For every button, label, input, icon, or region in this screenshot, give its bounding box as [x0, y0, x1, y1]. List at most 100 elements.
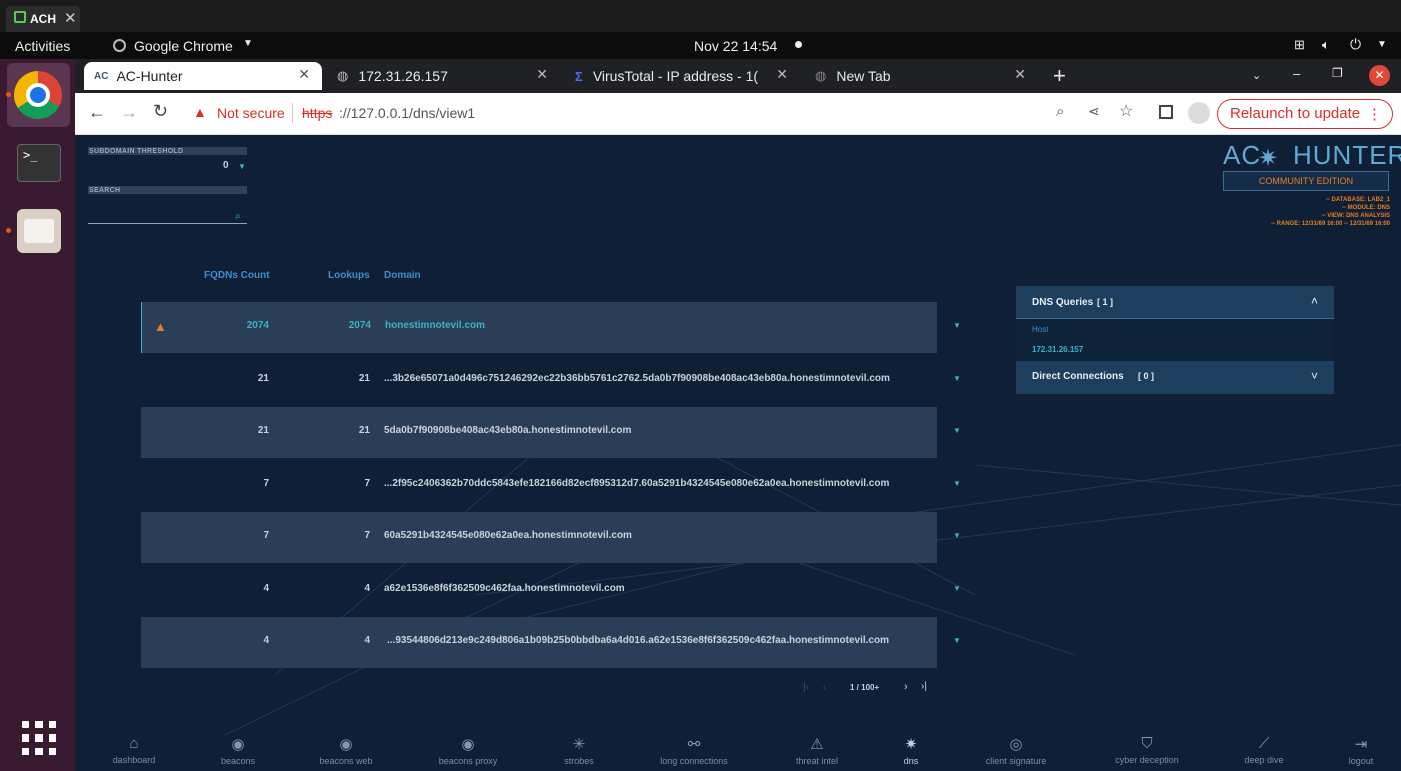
close-icon[interactable]: ✕	[64, 9, 77, 27]
tab-search-chevron-icon[interactable]: ⌄	[1252, 69, 1261, 82]
warning-icon[interactable]: ▲	[193, 104, 207, 120]
tab-close-icon[interactable]: ✕	[298, 66, 310, 83]
tab-close-icon[interactable]: ✕	[1014, 66, 1026, 83]
tab-virustotal[interactable]: Σ VirusTotal - IP address - 1( ✕	[565, 62, 800, 90]
nav-long-connections[interactable]: ⚯ long connections	[644, 735, 744, 766]
window-close-icon[interactable]: ✕	[1369, 65, 1390, 86]
next-page-icon[interactable]: ›	[904, 681, 908, 693]
files-icon[interactable]	[17, 209, 61, 253]
expand-row-icon[interactable]: ▼	[953, 374, 961, 383]
tab-ac-hunter[interactable]: AC AC-Hunter ✕	[84, 62, 322, 90]
fingerprint-icon: ◎	[1009, 736, 1023, 753]
chevron-down-icon[interactable]: ˅	[1311, 369, 1318, 383]
tab-close-icon[interactable]: ✕	[536, 66, 548, 83]
side-panel-icon[interactable]	[1159, 105, 1173, 119]
page-indicator: 1 / 100+	[850, 683, 880, 692]
profile-avatar[interactable]	[1188, 102, 1210, 124]
expand-row-icon[interactable]: ▼	[953, 531, 961, 540]
expand-row-icon[interactable]: ▼	[953, 636, 961, 645]
domain-cell[interactable]: ...3b26e65071a0d496c751246292ec22b36bb57…	[384, 373, 890, 384]
nav-logout[interactable]: ⇥ logout	[1311, 735, 1401, 766]
nav-dns[interactable]: ✷ dns	[861, 735, 961, 766]
tab-new[interactable]: ◍ New Tab ✕	[805, 62, 1038, 90]
logo-right: HUNTER	[1293, 140, 1401, 170]
bookmark-star-icon[interactable]: ☆	[1119, 101, 1133, 121]
dock-item-chrome[interactable]	[7, 63, 70, 127]
direct-connections-accordion[interactable]: Direct Connections [ 0 ] ˅	[1016, 361, 1334, 394]
app-grid-icon[interactable]	[22, 721, 56, 755]
domain-cell[interactable]: 60a5291b4324545e080e62a0ea.honestimnotev…	[384, 530, 632, 541]
system-menu-chevron-icon[interactable]: ▼	[1377, 39, 1387, 50]
url-input[interactable]: ://127.0.0.1/dns/view1	[339, 105, 475, 121]
header-fqdns-count[interactable]: FQDNs Count	[204, 270, 270, 281]
nav-beacons-web[interactable]: ◉ beacons web	[296, 735, 396, 766]
nav-threat-intel[interactable]: ⚠ threat intel	[767, 735, 867, 766]
clock[interactable]: Nov 22 14:54	[694, 38, 777, 54]
table-row[interactable]: ▲ 2074 2074 honestimnotevil.com	[141, 302, 937, 353]
domain-cell[interactable]: ...93544806d213e9c249d806a1b09b25b0bbdba…	[387, 635, 889, 646]
search-input[interactable]	[88, 208, 247, 224]
reload-icon[interactable]: ↻	[153, 101, 168, 122]
nav-beacons[interactable]: ◉ beacons	[188, 735, 288, 766]
activities-button[interactable]: Activities	[15, 38, 70, 54]
nav-deep-dive[interactable]: ⟋ deep dive	[1214, 735, 1314, 765]
relaunch-button[interactable]: Relaunch to update ⋮	[1217, 99, 1393, 129]
dns-queries-accordion[interactable]: DNS Queries [ 1 ] ˄	[1016, 286, 1334, 319]
expand-row-icon[interactable]: ▼	[953, 426, 961, 435]
host-value[interactable]: 172.31.26.157	[1032, 345, 1083, 354]
domain-cell[interactable]: 5da0b7f90908be408ac43eb80a.honestimnotev…	[384, 425, 631, 436]
back-icon[interactable]: ←	[88, 102, 106, 123]
volume-icon[interactable]: 🔈︎	[1322, 37, 1330, 53]
network-icon[interactable]: ⊞	[1294, 37, 1305, 53]
power-icon[interactable]: ⏻	[1350, 36, 1361, 53]
share-icon[interactable]: ⋖	[1088, 103, 1100, 120]
domain-cell[interactable]: a62e1536e8f6f362509c462faa.honestimnotev…	[384, 583, 625, 594]
header-domain[interactable]: Domain	[384, 270, 421, 281]
table-row[interactable]: 4 4 a62e1536e8f6f362509c462faa.honestimn…	[141, 565, 937, 616]
table-row[interactable]: 21 21 ...3b26e65071a0d496c751246292ec22b…	[141, 355, 937, 406]
last-page-icon[interactable]: ›|	[921, 681, 927, 692]
app-menu[interactable]: Google Chrome	[134, 38, 233, 54]
prev-page-icon[interactable]: ‹	[823, 682, 826, 693]
tab-ip[interactable]: ◍ 172.31.26.157 ✕	[327, 62, 560, 90]
domain-cell[interactable]: honestimnotevil.com	[385, 320, 485, 331]
nav-strobes[interactable]: ✳ strobes	[529, 735, 629, 766]
nav-beacons-proxy[interactable]: ◉ beacons proxy	[418, 735, 518, 766]
menu-kebab-icon: ⋮	[1367, 106, 1382, 123]
not-secure-label[interactable]: Not secure	[217, 105, 285, 121]
logo-hub-icon: ✷	[1258, 145, 1279, 172]
terminal-icon[interactable]: >_	[17, 144, 61, 182]
expand-row-icon[interactable]: ▼	[953, 321, 961, 330]
edition-badge: COMMUNITY EDITION	[1223, 171, 1389, 191]
ac-hunter-logo: AC ✷ HUNTER	[1223, 140, 1401, 172]
chevron-up-icon[interactable]: ˄	[1311, 294, 1318, 308]
direct-connections-title: Direct Connections	[1032, 371, 1124, 382]
new-tab-button[interactable]: +	[1053, 63, 1066, 89]
nav-client-signature[interactable]: ◎ client signature	[966, 735, 1066, 766]
virustotal-icon: Σ	[575, 68, 583, 84]
nav-cyber-deception[interactable]: ⛉ cyber deception	[1097, 735, 1197, 765]
zoom-icon[interactable]: ⌕	[1056, 103, 1064, 120]
forward-icon[interactable]: →	[120, 102, 138, 123]
tab-close-icon[interactable]: ✕	[776, 66, 788, 83]
nav-dashboard[interactable]: ⌂ dashboard	[84, 735, 184, 765]
expand-row-icon[interactable]: ▼	[953, 479, 961, 488]
header-lookups[interactable]: Lookups	[328, 270, 370, 281]
first-page-icon[interactable]: |‹	[803, 682, 809, 693]
table-row[interactable]: 7 7 ...2f95c2406362b70ddc5843efe182166d8…	[141, 460, 937, 511]
threshold-dropdown-icon[interactable]: ▼	[238, 162, 246, 171]
restore-icon[interactable]: ❐	[1332, 66, 1343, 80]
dns-queries-body: Host 172.31.26.157	[1016, 319, 1334, 361]
table-row[interactable]: 4 4 ...93544806d213e9c249d806a1b09b25b0b…	[141, 617, 937, 668]
expand-row-icon[interactable]: ▼	[953, 584, 961, 593]
subdomain-threshold-label: SUBDOMAIN THRESHOLD	[89, 148, 184, 155]
table-row[interactable]: 7 7 60a5291b4324545e080e62a0ea.honestimn…	[141, 512, 937, 563]
app-icon	[14, 11, 26, 23]
minimize-icon[interactable]: –	[1293, 66, 1300, 81]
url-scheme[interactable]: https	[302, 105, 332, 121]
window-tab[interactable]: ACH ✕	[6, 6, 80, 32]
domain-cell[interactable]: ...2f95c2406362b70ddc5843efe182166d82ecf…	[384, 478, 889, 489]
table-row[interactable]: 21 21 5da0b7f90908be408ac43eb80a.honesti…	[141, 407, 937, 458]
lookups-count: 21	[358, 373, 370, 384]
subdomain-threshold-value[interactable]: 0	[223, 160, 229, 171]
